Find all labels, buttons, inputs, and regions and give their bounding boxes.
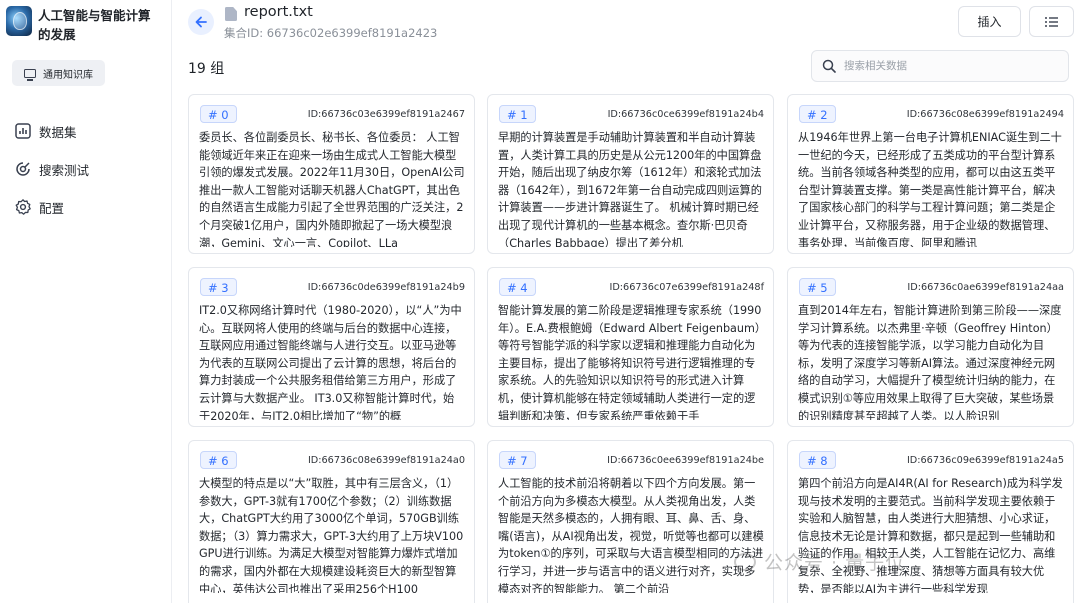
- card-id: ID:66736c09e6399ef8191a24a5: [906, 454, 1064, 466]
- card-index-badge: # 5: [799, 278, 836, 296]
- monitor-icon: [24, 68, 36, 81]
- list-icon: [1044, 16, 1058, 27]
- card-content: 委员长、各位副委员长、秘书长、各位委员： 人工智能领域近年来正在迎来一场由生成式…: [199, 131, 465, 247]
- data-card[interactable]: # 7 ID:66736c0ee6399ef8191a24be 人工智能的技术前…: [487, 440, 774, 603]
- search-input[interactable]: [844, 60, 1044, 72]
- search-test-icon: [16, 162, 30, 176]
- dataset-title: 人工智能与智能计算的发展: [38, 8, 151, 42]
- card-index-badge: # 1: [499, 105, 536, 123]
- collection-id: 集合ID: 66736c02e6399ef8191a2423: [224, 26, 438, 40]
- card-id: ID:66736c0de6399ef8191a24b9: [307, 281, 465, 293]
- card-id: ID:66736c03e6399ef8191a2467: [307, 108, 465, 120]
- card-header: # 1 ID:66736c0ce6399ef8191a24b4: [488, 95, 773, 124]
- back-button[interactable]: [188, 9, 214, 35]
- card-index-badge: # 7: [499, 451, 536, 469]
- arrow-left-icon: [195, 16, 207, 28]
- knowledge-base-label: 通用知识库: [43, 69, 93, 81]
- search-icon: [822, 59, 836, 73]
- card-header: # 8 ID:66736c09e6399ef8191a24a5: [788, 441, 1073, 470]
- insert-button[interactable]: 插入: [958, 6, 1021, 37]
- data-card[interactable]: # 4 ID:66736c07e6399ef8191a248f 智能计算发展的第…: [487, 267, 774, 427]
- collection-header: report.txt 集合ID: 66736c02e6399ef8191a242…: [172, 0, 1080, 46]
- card-index-badge: # 0: [200, 105, 237, 123]
- sidebar: 人工智能与智能计算的发展 通用知识库 数据集 搜索测试 配置: [0, 0, 172, 603]
- card-header: # 7 ID:66736c0ee6399ef8191a24be: [488, 441, 773, 470]
- card-content: 早期的计算装置是手动辅助计算装置和半自动计算装置，人类计算工具的历史是从公元12…: [498, 131, 762, 247]
- bar-chart-icon: [15, 123, 31, 139]
- card-index-badge: # 2: [799, 105, 836, 123]
- card-index-badge: # 4: [499, 278, 536, 296]
- search-box: [811, 50, 1069, 82]
- data-card[interactable]: # 2 ID:66736c08e6399ef8191a2494 从1946年世界…: [787, 94, 1074, 254]
- sidebar-item-config[interactable]: 配置: [0, 188, 171, 226]
- card-index-badge: # 6: [200, 451, 237, 469]
- card-content: 智能计算发展的第二阶段是逻辑推理专家系统（1990年）。E.A.费根鲍姆（Edw…: [498, 304, 762, 420]
- sidebar-item-search-test[interactable]: 搜索测试: [0, 150, 171, 188]
- card-header: # 3 ID:66736c0de6399ef8191a24b9: [189, 268, 474, 297]
- card-id: ID:66736c0ce6399ef8191a24b4: [607, 108, 764, 120]
- sidebar-item-label: 搜索测试: [39, 162, 90, 178]
- data-card[interactable]: # 6 ID:66736c08e6399ef8191a24a0 大模型的特点是以…: [188, 440, 475, 603]
- card-id: ID:66736c08e6399ef8191a24a0: [307, 454, 465, 466]
- card-index-badge: # 3: [200, 278, 237, 296]
- card-content: 从1946年世界上第一台电子计算机ENIAC诞生到二十一世纪的今天，已经形成了五…: [798, 131, 1062, 247]
- list-menu-button[interactable]: [1029, 6, 1074, 37]
- card-content: 人工智能的技术前沿将朝着以下四个方向发展。第一个前沿方向为多模态大模型。从人类视…: [498, 477, 764, 593]
- data-card-grid: # 0 ID:66736c03e6399ef8191a2467 委员长、各位副委…: [188, 94, 1075, 603]
- card-id: ID:66736c08e6399ef8191a2494: [906, 108, 1064, 120]
- card-id: ID:66736c0ee6399ef8191a24be: [607, 454, 764, 466]
- card-header: # 2 ID:66736c08e6399ef8191a2494: [788, 95, 1073, 124]
- card-content: 直到2014年左右，智能计算进阶到第三阶段——深度学习计算系统。以杰弗里·辛顿（…: [798, 304, 1062, 420]
- card-content: 大模型的特点是以“大”取胜，其中有三层含义，（1）参数大，GPT-3就有1700…: [199, 477, 464, 593]
- file-name: report.txt: [244, 4, 313, 20]
- card-id: ID:66736c0ae6399ef8191a24aa: [907, 281, 1064, 293]
- file-icon: [225, 7, 237, 21]
- card-id: ID:66736c07e6399ef8191a248f: [609, 281, 764, 293]
- card-header: # 4 ID:66736c07e6399ef8191a248f: [488, 268, 773, 297]
- sidebar-item-label: 数据集: [39, 124, 77, 140]
- sidebar-item-label: 配置: [39, 200, 65, 216]
- card-content: 第四个前沿方向是AI4R(AI for Research)成为科学发现与技术发明…: [798, 477, 1063, 593]
- data-card[interactable]: # 3 ID:66736c0de6399ef8191a24b9 IT2.0又称网…: [188, 267, 475, 427]
- gear-icon: [15, 199, 31, 215]
- knowledge-base-tag: 通用知识库: [12, 60, 105, 86]
- card-header: # 5 ID:66736c0ae6399ef8191a24aa: [788, 268, 1073, 297]
- dataset-avatar: [6, 6, 32, 36]
- data-card[interactable]: # 0 ID:66736c03e6399ef8191a2467 委员长、各位副委…: [188, 94, 475, 254]
- sidebar-item-dataset[interactable]: 数据集: [0, 112, 171, 150]
- brand: 人工智能与智能计算的发展: [0, 0, 171, 44]
- sidebar-nav: 数据集 搜索测试 配置: [0, 112, 171, 226]
- data-card[interactable]: # 5 ID:66736c0ae6399ef8191a24aa 直到2014年左…: [787, 267, 1074, 427]
- card-index-badge: # 8: [799, 451, 836, 469]
- group-count: 19 组: [188, 61, 225, 77]
- data-card[interactable]: # 1 ID:66736c0ce6399ef8191a24b4 早期的计算装置是…: [487, 94, 774, 254]
- card-header: # 6 ID:66736c08e6399ef8191a24a0: [189, 441, 474, 470]
- data-card[interactable]: # 8 ID:66736c09e6399ef8191a24a5 第四个前沿方向是…: [787, 440, 1074, 603]
- card-header: # 0 ID:66736c03e6399ef8191a2467: [189, 95, 474, 124]
- card-content: IT2.0又称网络计算时代（1980-2020），以“人”为中心。互联网将人使用…: [199, 304, 462, 420]
